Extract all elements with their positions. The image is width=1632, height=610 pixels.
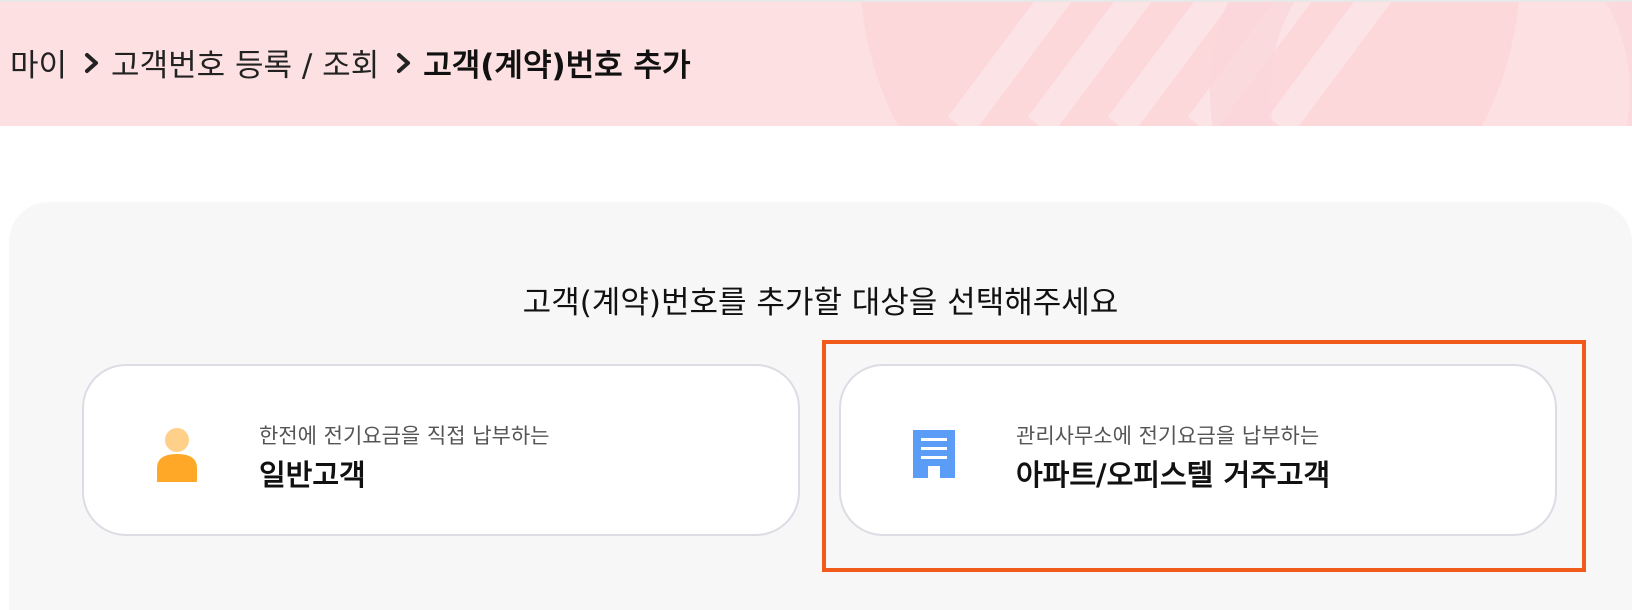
breadcrumb-item-current: 고객(계약)번호 추가 [423, 48, 691, 84]
apartment-customer-title: 아파트/오피스텔 거주고객 [1016, 458, 1331, 492]
apartment-customer-option[interactable]: 관리사무소에 전기요금을 납부하는 아파트/오피스텔 거주고객 [839, 364, 1557, 536]
chevron-right-icon [85, 52, 99, 73]
person-icon [157, 428, 197, 482]
breadcrumb: 마이 고객번호 등록 / 조회 고객(계약)번호 추가 [10, 40, 691, 85]
apartment-building-icon [913, 430, 955, 480]
selection-prompt: 고객(계약)번호를 추가할 대상을 선택해주세요 [522, 285, 1119, 321]
page-header-band: 마이 고객번호 등록 / 조회 고객(계약)번호 추가 [0, 2, 1632, 126]
apartment-customer-subtitle: 관리사무소에 전기요금을 납부하는 [1016, 424, 1320, 448]
selection-panel: 고객(계약)번호를 추가할 대상을 선택해주세요 한전에 전기요금을 직접 납부… [9, 202, 1632, 610]
breadcrumb-item-my[interactable]: 마이 [10, 40, 67, 85]
general-customer-option[interactable]: 한전에 전기요금을 직접 납부하는 일반고객 [82, 364, 800, 536]
chevron-right-icon [397, 52, 411, 73]
general-customer-title: 일반고객 [259, 458, 366, 492]
general-customer-subtitle: 한전에 전기요금을 직접 납부하는 [259, 424, 550, 448]
breadcrumb-item-customer-number[interactable]: 고객번호 등록 / 조회 [111, 40, 379, 85]
